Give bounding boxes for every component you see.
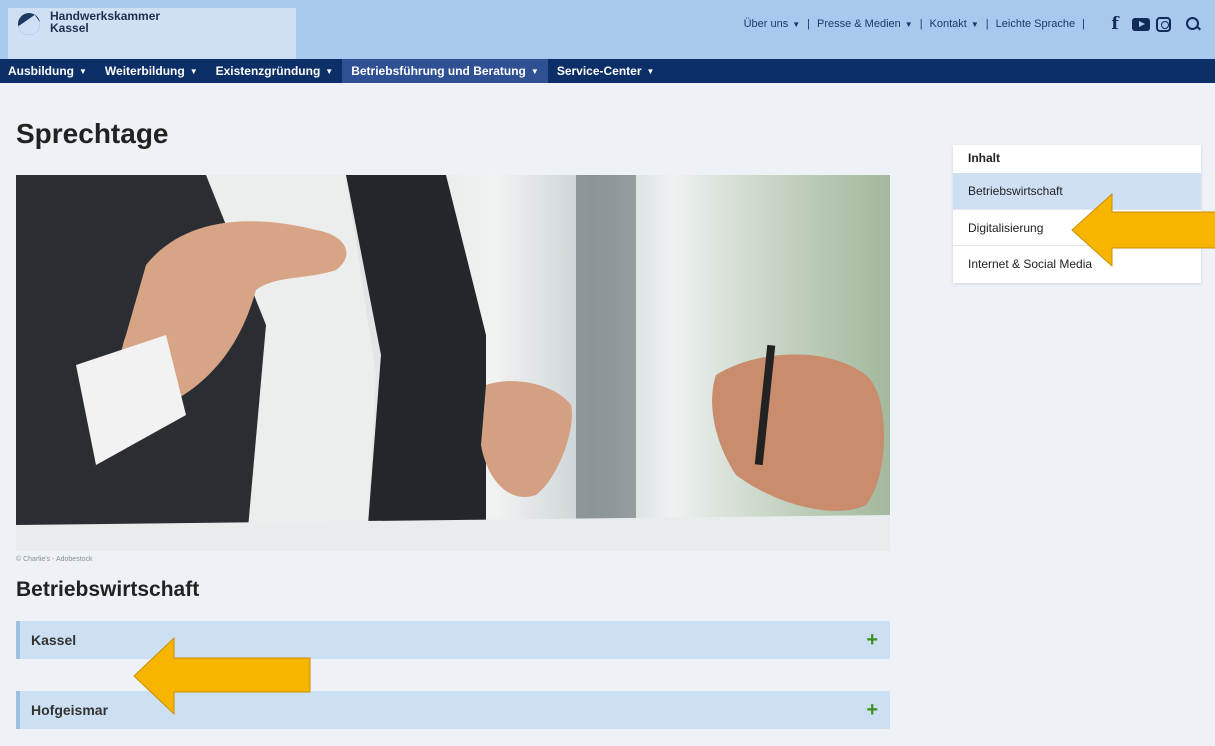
utility-link-leichte-sprache[interactable]: Leichte Sprache (996, 18, 1076, 30)
caret-down-icon: ▼ (189, 66, 198, 76)
separator: | (807, 18, 810, 30)
separator: | (919, 18, 923, 30)
search-icon[interactable] (1185, 16, 1201, 32)
nav-item-label: Service-Center (556, 64, 642, 78)
annotation-arrow-icon (133, 636, 311, 716)
utility-link-label: Kontakt (929, 18, 967, 30)
utility-link-label: Über uns (743, 18, 789, 30)
logo-line-2: Kassel (50, 21, 89, 35)
caret-down-icon: ▼ (970, 19, 979, 29)
nav-item-label: Ausbildung (8, 64, 74, 78)
logo-mark-icon (18, 13, 40, 35)
nav-item-label: Betriebsführung und Beratung (351, 64, 526, 78)
main-nav: Ausbildung ▼ Weiterbildung ▼ Existenzgründ… (0, 59, 1215, 83)
nav-item-betriebsfuehrung[interactable]: Betriebsführung und Beratung ▼ (342, 59, 548, 83)
utility-link-kontakt[interactable]: Kontakt ▼ (930, 18, 979, 30)
instagram-icon[interactable] (1156, 16, 1171, 32)
section-heading: Betriebswirtschaft (16, 578, 200, 601)
image-credit: © Charlie's - Adobestock (16, 556, 93, 563)
logo-text: Handwerkskammer Kassel (50, 10, 160, 34)
logo[interactable]: Handwerkskammer Kassel (8, 8, 296, 59)
caret-down-icon: ▼ (530, 66, 539, 76)
caret-down-icon: ▼ (79, 66, 87, 76)
page-title: Sprechtage (16, 118, 169, 149)
accordion-label: Kassel (31, 632, 77, 648)
nav-item-weiterbildung[interactable]: Weiterbildung ▼ (96, 59, 207, 83)
caret-down-icon: ▼ (646, 66, 655, 76)
utility-link-label: Presse & Medien (817, 18, 901, 30)
utility-link-ueber-uns[interactable]: Über uns ▼ (744, 18, 801, 30)
hero-photo-illustration (16, 175, 890, 551)
separator: | (985, 18, 989, 30)
facebook-icon[interactable]: f (1104, 14, 1126, 34)
caret-down-icon: ▼ (325, 66, 334, 76)
hero-image (16, 175, 890, 551)
nav-item-label: Existenzgründung (215, 64, 321, 78)
annotation-arrow-icon (1071, 192, 1215, 268)
youtube-icon[interactable] (1132, 17, 1150, 31)
nav-item-service-center[interactable]: Service-Center ▼ (548, 59, 664, 83)
plus-icon: + (866, 699, 878, 721)
caret-down-icon: ▼ (792, 19, 801, 29)
caret-down-icon: ▼ (904, 19, 913, 29)
utility-link-presse-medien[interactable]: Presse & Medien ▼ (817, 18, 913, 30)
utility-nav: Über uns ▼ | Presse & Medien ▼ | Kontakt ▼ … (744, 14, 1201, 34)
separator: | (1082, 18, 1085, 30)
toc-title: Inhalt (968, 151, 1000, 165)
utility-link-label: Leichte Sprache (995, 18, 1076, 30)
top-bar: Handwerkskammer Kassel Über uns ▼ | Press… (0, 0, 1215, 59)
nav-item-ausbildung[interactable]: Ausbildung ▼ (0, 59, 96, 83)
plus-icon: + (866, 629, 878, 651)
social-links: f (1098, 14, 1201, 34)
nav-item-label: Weiterbildung (104, 64, 185, 78)
accordion-label: Hofgeismar (31, 702, 109, 718)
nav-item-existenzgruendung[interactable]: Existenzgründung ▼ (207, 59, 343, 83)
